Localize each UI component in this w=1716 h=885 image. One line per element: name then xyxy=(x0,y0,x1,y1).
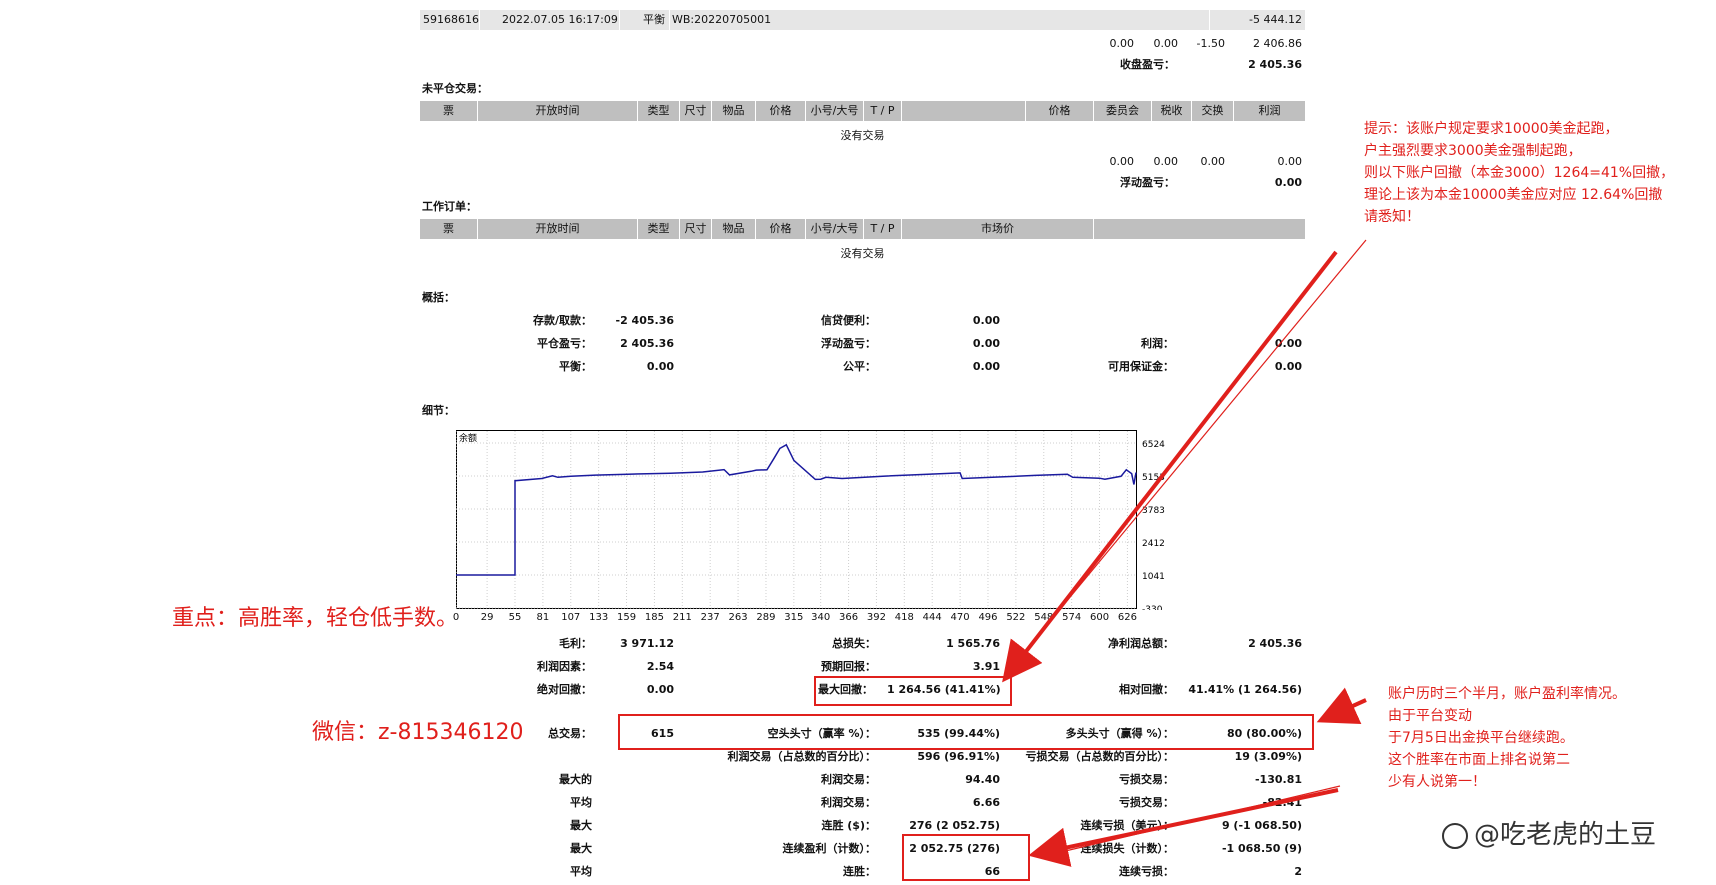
note-2-line: 于7月5日出金换平台继续跑。 xyxy=(1388,730,1574,746)
note-2-line: 账户历时三个半月，账户盈利率情况。 xyxy=(1388,686,1626,702)
note-1: 提示：该账户规定要求10000美金起跑， 户主强烈要求3000美金强制起跑， 则… xyxy=(1364,118,1674,228)
note-1-line: 则以下账户回撤（本金3000）1264=41%回撤， xyxy=(1364,165,1675,181)
note-2-line: 由于平台变动 xyxy=(1388,708,1472,724)
note-1-line: 户主强烈要求3000美金强制起跑， xyxy=(1364,143,1582,159)
zhihu-logo-icon xyxy=(1442,822,1468,849)
note-1-line: 理论上该为本金10000美金应对应 12.64%回撤 xyxy=(1364,187,1663,203)
note-2-line: 这个胜率在市面上排名说第二 xyxy=(1388,752,1570,768)
watermark-text: @吃老虎的土豆 xyxy=(1474,820,1657,850)
note-2: 账户历时三个半月，账户盈利率情况。 由于平台变动 于7月5日出金换平台继续跑。 … xyxy=(1388,683,1626,793)
wechat-text: 微信：z-815346120 xyxy=(312,720,524,745)
note-1-line: 提示：该账户规定要求10000美金起跑， xyxy=(1364,121,1619,137)
arrow-1 xyxy=(1002,250,1338,683)
arrow-3 xyxy=(1028,788,1339,867)
note-2-line: 少有人说第一！ xyxy=(1388,774,1486,790)
key-point-text: 重点：高胜率，轻仓低手数。 xyxy=(172,606,459,631)
watermark: @吃老虎的土豆 xyxy=(1442,818,1656,852)
arrow-2 xyxy=(1316,687,1367,725)
note-1-line: 请悉知！ xyxy=(1364,209,1420,225)
